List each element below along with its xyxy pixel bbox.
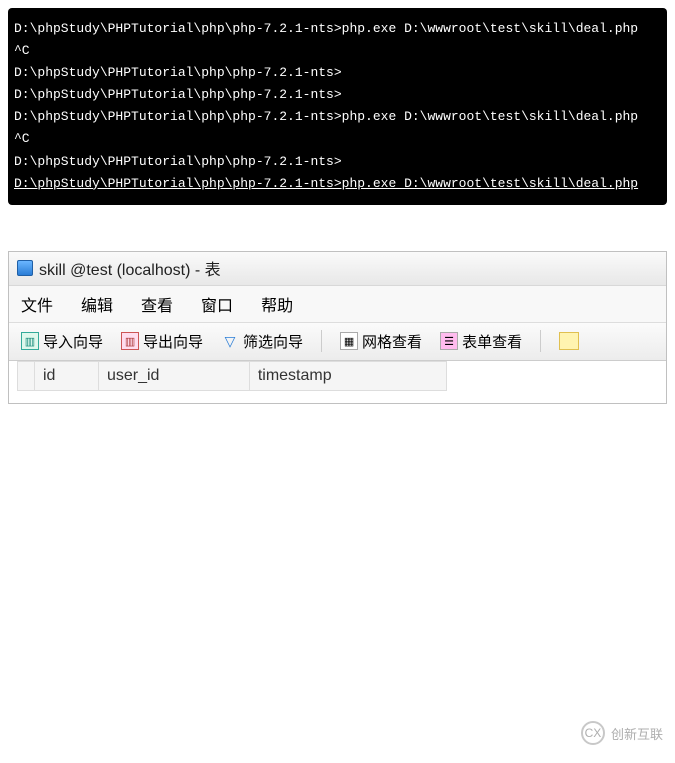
grid-view-button[interactable]: ▦ 网格查看 [336,329,426,354]
import-icon: ▥ [21,332,39,350]
toolbar-separator [540,330,541,352]
gridview-label: 网格查看 [362,331,422,352]
filter-wizard-button[interactable]: ▽ 筛选向导 [217,329,307,354]
terminal-line: D:\phpStudy\PHPTutorial\php\php-7.2.1-nt… [14,62,661,84]
col-timestamp[interactable]: timestamp [249,361,446,390]
terminal-line: D:\phpStudy\PHPTutorial\php\php-7.2.1-nt… [14,84,661,106]
titlebar[interactable]: skill @test (localhost) - 表 [9,252,666,286]
export-wizard-button[interactable]: ▥ 导出向导 [117,329,207,354]
db-table-window: skill @test (localhost) - 表 文件 编辑 查看 窗口 … [8,251,667,404]
terminal-line: D:\phpStudy\PHPTutorial\php\php-7.2.1-nt… [14,106,661,128]
form-view-button[interactable]: ☰ 表单查看 [436,329,526,354]
menubar: 文件 编辑 查看 窗口 帮助 [9,286,666,323]
watermark-label: 创新互联 [611,724,663,743]
import-wizard-button[interactable]: ▥ 导入向导 [17,329,107,354]
menu-view[interactable]: 查看 [141,292,173,316]
terminal-line: D:\phpStudy\PHPTutorial\php\php-7.2.1-nt… [14,18,661,40]
data-grid[interactable]: id user_id timestamp [9,361,666,403]
header-row: id user_id timestamp [18,361,447,390]
filter-icon: ▽ [221,332,239,350]
watermark-icon: CX [581,721,605,745]
terminal-window[interactable]: D:\phpStudy\PHPTutorial\php\php-7.2.1-nt… [8,8,667,205]
terminal-line: D:\phpStudy\PHPTutorial\php\php-7.2.1-nt… [14,151,661,173]
menu-edit[interactable]: 编辑 [81,292,113,316]
col-id[interactable]: id [35,361,99,390]
terminal-line: ^C [14,40,661,62]
row-indicator-header [18,361,35,390]
col-user-id[interactable]: user_id [98,361,249,390]
menu-help[interactable]: 帮助 [261,292,293,316]
watermark: CX 创新互联 [581,721,663,745]
note-icon [559,332,579,350]
export-icon: ▥ [121,332,139,350]
menu-window[interactable]: 窗口 [201,292,233,316]
note-button[interactable] [555,330,583,352]
terminal-line: D:\phpStudy\PHPTutorial\php\php-7.2.1-nt… [14,173,661,195]
grid-icon: ▦ [340,332,358,350]
form-icon: ☰ [440,332,458,350]
export-label: 导出向导 [143,331,203,352]
formview-label: 表单查看 [462,331,522,352]
menu-file[interactable]: 文件 [21,292,53,316]
filter-label: 筛选向导 [243,331,303,352]
toolbar: ▥ 导入向导 ▥ 导出向导 ▽ 筛选向导 ▦ 网格查看 ☰ 表单查看 [9,323,666,361]
terminal-line: ^C [14,128,661,150]
window-title: skill @test (localhost) - 表 [39,256,221,280]
import-label: 导入向导 [43,331,103,352]
table-icon [17,260,33,276]
toolbar-separator [321,330,322,352]
